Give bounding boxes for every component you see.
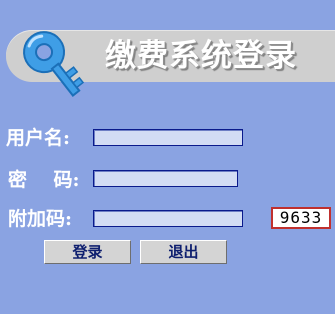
login-button[interactable]: 登录 (44, 240, 131, 264)
password-label: 密 码: (8, 169, 80, 191)
page-title: 缴费系统登录 (105, 38, 297, 74)
username-input[interactable] (93, 129, 243, 146)
key-icon (23, 31, 85, 97)
captcha-image[interactable]: 9633 (271, 207, 331, 229)
captcha-input[interactable] (93, 210, 243, 227)
username-label: 用户名: (6, 127, 71, 149)
password-input[interactable] (93, 170, 238, 187)
exit-button[interactable]: 退出 (140, 240, 227, 264)
captcha-label: 附加码: (8, 208, 73, 230)
